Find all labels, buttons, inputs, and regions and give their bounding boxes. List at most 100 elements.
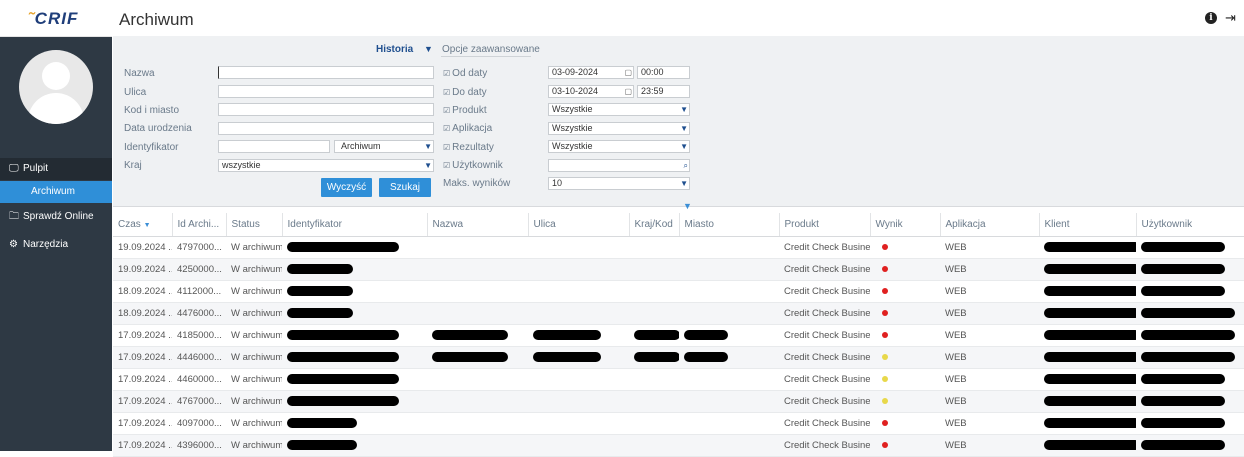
column-header-czas[interactable]: Czas ▼ xyxy=(113,213,173,237)
cell-produkt: Credit Check Business xyxy=(779,302,870,325)
column-header-id[interactable]: Id Archi... xyxy=(172,213,227,237)
cell-wynik xyxy=(870,434,940,457)
checkbox-icon: ☑ xyxy=(443,124,451,133)
cell-wynik xyxy=(870,324,940,347)
cell-id: 4797000... xyxy=(172,236,226,259)
table-row[interactable]: 19.09.2024 ... 4797000... W archiwum Credit… xyxy=(113,236,1244,259)
cell-klient xyxy=(1039,280,1136,303)
column-header-wynik[interactable]: Wynik xyxy=(870,213,941,237)
table-row[interactable]: 17.09.2024 ... 4396000... W archiwum Credit… xyxy=(113,434,1244,457)
collapse-filters-chevron-icon[interactable]: ▼ xyxy=(683,201,692,211)
cell-czas: 19.09.2024 ... xyxy=(113,258,172,281)
checkbox-icon: ☑ xyxy=(443,69,451,78)
uzytkownik-input[interactable]: ⌕ xyxy=(548,159,690,172)
maks-wynikow-select[interactable]: 10 ▼ xyxy=(548,177,690,190)
column-header-uzytkownik[interactable]: Użytkownik xyxy=(1136,213,1244,237)
search-button[interactable]: Szukaj xyxy=(379,178,431,197)
cell-klient xyxy=(1039,324,1136,347)
od-daty-time-input[interactable]: 00:00 xyxy=(637,66,690,79)
cell-uzytkownik xyxy=(1136,324,1244,347)
cell-czas: 17.09.2024 ... xyxy=(113,346,172,369)
table-row[interactable]: 17.09.2024 ... 4446000... W archiwum Credit… xyxy=(113,346,1244,369)
produkt-checkbox[interactable]: ☑ Produkt xyxy=(443,105,487,116)
info-icon[interactable]: i xyxy=(1205,12,1217,24)
column-header-label: Czas xyxy=(118,219,141,230)
column-header-identyfikator[interactable]: Identyfikator xyxy=(282,213,428,237)
logout-icon[interactable]: ⇥ xyxy=(1225,10,1236,26)
table-row[interactable]: 17.09.2024 ... 4460000... W archiwum Credit… xyxy=(113,368,1244,391)
cell-klient xyxy=(1039,368,1136,391)
clear-button[interactable]: Wyczyść xyxy=(321,178,372,197)
od-daty-checkbox[interactable]: ☑ Od daty xyxy=(443,68,487,79)
redacted-klient xyxy=(1044,330,1136,341)
identyfikator-type-select[interactable]: Archiwum ▼ xyxy=(334,140,434,153)
result-status-dot-icon xyxy=(882,266,888,272)
do-daty-date-input[interactable]: 03-10-2024 ▢ xyxy=(548,85,634,98)
result-status-dot-icon xyxy=(882,244,888,250)
cell-ulica xyxy=(528,302,629,325)
kod-miasto-input[interactable] xyxy=(218,103,434,116)
data-urodzenia-input[interactable] xyxy=(218,122,434,135)
table-row[interactable]: 18.09.2024 ... 4112000... W archiwum Credit… xyxy=(113,280,1244,303)
od-daty-label: Od daty xyxy=(452,68,488,79)
column-header-produkt[interactable]: Produkt xyxy=(779,213,871,237)
column-header-ulica[interactable]: Ulica xyxy=(528,213,630,237)
sidebar-item-sprawdz-online[interactable]: 🗀 Sprawdź Online xyxy=(0,206,112,228)
uzytkownik-checkbox[interactable]: ☑ Użytkownik xyxy=(443,160,503,171)
monitor-icon: 🖵 xyxy=(9,163,19,174)
cell-identyfikator xyxy=(282,236,427,259)
redacted-identyfikator xyxy=(287,264,353,275)
column-header-kraj-kod[interactable]: Kraj/Kod xyxy=(629,213,680,237)
sort-desc-icon: ▼ xyxy=(143,222,151,229)
column-header-status[interactable]: Status xyxy=(226,213,283,237)
do-daty-time-input[interactable]: 23:59 xyxy=(637,85,690,98)
produkt-select[interactable]: Wszystkie ▼ xyxy=(548,103,690,116)
redacted-uzytkownik xyxy=(1141,330,1235,341)
column-header-miasto[interactable]: Miasto xyxy=(679,213,780,237)
tab-opcje-zaawansowane[interactable]: Opcje zaawansowane xyxy=(442,44,540,55)
chevron-down-icon: ▼ xyxy=(424,161,432,170)
result-status-dot-icon xyxy=(882,442,888,448)
redacted-miasto xyxy=(684,330,728,341)
rezultaty-checkbox[interactable]: ☑ Rezultaty xyxy=(443,142,494,153)
redacted-identyfikator xyxy=(287,352,399,363)
table-row[interactable]: 18.09.2024 ... 4476000... W archiwum Credit… xyxy=(113,302,1244,325)
search-icon[interactable]: ⌕ xyxy=(684,160,688,171)
cell-produkt: Credit Check Business xyxy=(779,280,870,303)
table-row[interactable]: 17.09.2024 ... 4185000... W archiwum Credit… xyxy=(113,324,1244,347)
od-daty-date-input[interactable]: 03-09-2024 ▢ xyxy=(548,66,634,79)
chevron-down-icon[interactable]: ▼ xyxy=(424,44,433,54)
rezultaty-label: Rezultaty xyxy=(452,142,494,153)
column-header-klient[interactable]: Klient xyxy=(1039,213,1137,237)
redacted-miasto xyxy=(684,352,728,363)
cell-uzytkownik xyxy=(1136,236,1244,259)
column-header-aplikacja[interactable]: Aplikacja xyxy=(940,213,1040,237)
cell-id: 4250000... xyxy=(172,258,226,281)
cell-identyfikator xyxy=(282,412,427,435)
redacted-klient xyxy=(1044,264,1136,275)
aplikacja-checkbox[interactable]: ☑ Aplikacja xyxy=(443,123,492,134)
rezultaty-select[interactable]: Wszystkie ▼ xyxy=(548,140,690,153)
cell-miasto xyxy=(679,390,779,413)
calendar-icon[interactable]: ▢ xyxy=(624,67,632,78)
table-row[interactable]: 19.09.2024 ... 4250000... W archiwum Credit… xyxy=(113,258,1244,281)
calendar-icon[interactable]: ▢ xyxy=(624,86,632,97)
sidebar-item-narzedzia[interactable]: ⚙ Narzędzia xyxy=(0,234,112,256)
cell-status: W archiwum xyxy=(226,390,282,413)
do-daty-checkbox[interactable]: ☑ Do daty xyxy=(443,87,487,98)
cell-czas: 17.09.2024 ... xyxy=(113,324,172,347)
aplikacja-select[interactable]: Wszystkie ▼ xyxy=(548,122,690,135)
nazwa-label: Nazwa xyxy=(124,68,155,79)
identyfikator-input[interactable] xyxy=(218,140,330,153)
table-row[interactable]: 17.09.2024 ... 4767000... W archiwum Credit… xyxy=(113,390,1244,413)
cell-klient xyxy=(1039,302,1136,325)
tab-historia[interactable]: Historia xyxy=(376,44,413,55)
column-header-nazwa[interactable]: Nazwa xyxy=(427,213,529,237)
ulica-input[interactable] xyxy=(218,85,434,98)
redacted-uzytkownik xyxy=(1141,286,1225,297)
kraj-select[interactable]: wszystkie ▼ xyxy=(218,159,434,172)
table-row[interactable]: 17.09.2024 ... 4097000... W archiwum Credit… xyxy=(113,412,1244,435)
sidebar-item-archiwum[interactable]: Archiwum xyxy=(0,181,112,203)
sidebar-item-pulpit[interactable]: 🖵 Pulpit xyxy=(0,158,112,180)
nazwa-input[interactable] xyxy=(218,66,434,79)
